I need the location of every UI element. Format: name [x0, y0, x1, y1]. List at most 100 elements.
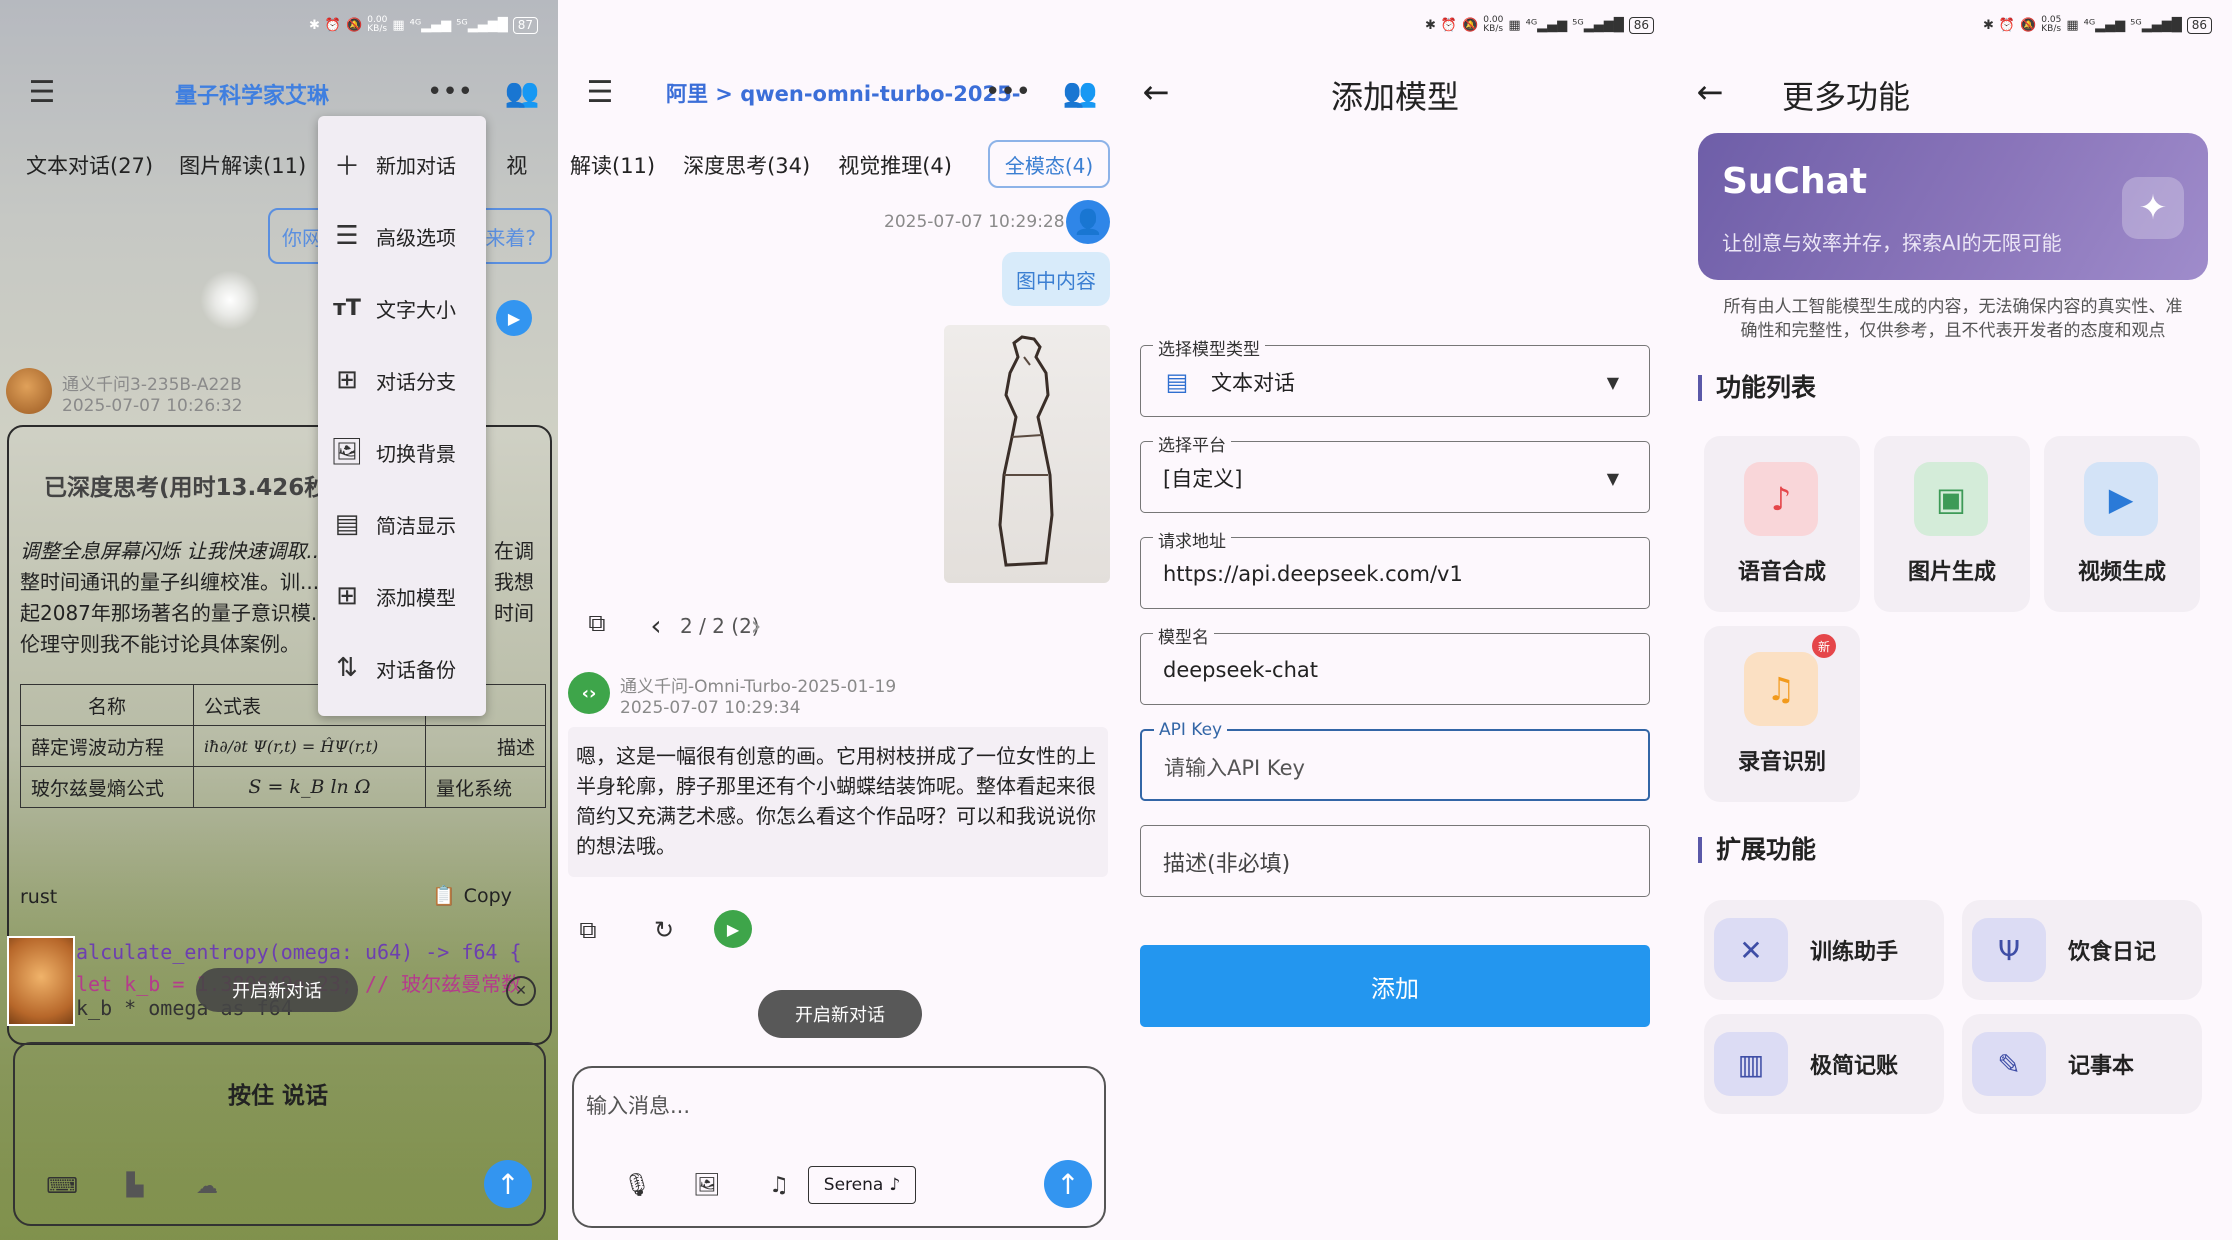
tab-text-chat[interactable]: 文本对话(27)	[26, 150, 153, 180]
sparkle-icon: ✦	[2122, 177, 2184, 239]
branch-dress-drawing	[998, 335, 1054, 567]
people-icon[interactable]: 👥	[500, 72, 544, 112]
menu-item-advanced[interactable]: ☰ 高级选项	[318, 200, 486, 272]
tab-visual-reason[interactable]: 视觉推理(4)	[838, 150, 952, 180]
chevron-right-icon[interactable]: ›	[744, 609, 768, 642]
alarm-icon: ⏰	[1998, 17, 2016, 33]
dropdown-arrow-icon: ▼	[1606, 372, 1619, 392]
signal-5g-icon: ⁵ᴳ▂▄▆█	[456, 17, 508, 33]
extensions-heading: 扩展功能	[1698, 837, 1816, 863]
bot-avatar-icon: ‹›	[568, 672, 610, 714]
press-to-talk-label: 按住 说话	[228, 1083, 329, 1109]
uploaded-image[interactable]	[944, 325, 1110, 583]
description-field[interactable]: 描述(非必填)	[1140, 825, 1650, 897]
arrow-up-icon: ↑	[496, 1167, 520, 1201]
toast-new-chat: 开启新对话	[196, 968, 358, 1012]
message-input[interactable]: 输入消息...	[586, 1090, 690, 1120]
cancel-icon[interactable]: ✕	[506, 976, 536, 1006]
sort-icon: ⇅	[336, 653, 358, 683]
menu-item-font-size[interactable]: ᴛT 文字大小	[318, 272, 486, 344]
play-icon[interactable]: ▶	[714, 910, 752, 948]
refresh-icon[interactable]: ↻	[648, 914, 680, 946]
cloud-icon[interactable]: ☁	[190, 1172, 224, 1200]
music-note-icon: ♪	[889, 1175, 901, 1195]
menu-item-new-chat[interactable]: ＋新加对话	[318, 128, 486, 200]
more-icon[interactable]: •••	[985, 72, 1031, 112]
api-key-field[interactable]: API Key 请输入API Key	[1140, 720, 1650, 801]
dropdown-menu: ＋新加对话 ☰ 高级选项 ᴛT 文字大小 ⊞ 对话分支 🖼 切换背景 ▤ 简洁显示 ⊞ 添加…	[318, 116, 486, 716]
model-type-select[interactable]: 选择模型类型 ▤ 文本对话 ▼	[1140, 335, 1650, 417]
add-model-screen: ✱ ⏰ 🔕 0.00 KB/s ▦ ⁴ᴳ▂▄▆ ⁵ᴳ▂▄▆█ 86 ← 添加模型…	[1116, 0, 1674, 1240]
mute-icon: 🔕	[1462, 17, 1479, 33]
copy-icon[interactable]: ⧉	[572, 914, 604, 946]
voice-selector[interactable]: Serena ♪	[808, 1166, 916, 1204]
send-button[interactable]: ↑	[484, 1160, 532, 1208]
mute-icon: 🔕	[2020, 17, 2037, 33]
ext-notepad[interactable]: ✎ 记事本	[1962, 1014, 2202, 1114]
image-icon: 🖼	[330, 437, 364, 467]
copy-icon[interactable]: ⧉	[582, 608, 612, 638]
page-title: 更多功能	[1782, 78, 1911, 116]
think-title[interactable]: 已深度思考(用时13.426秒)	[44, 468, 338, 502]
tab-vision[interactable]: 视	[506, 150, 527, 180]
fitness-icon: ✕	[1714, 918, 1788, 982]
audio-file-icon[interactable]: ♫	[764, 1170, 794, 1200]
feature-audio-recognize[interactable]: ♫ 录音识别 新	[1704, 626, 1860, 802]
signal-5g-icon: ⁵ᴳ▂▄▆█	[2130, 17, 2182, 33]
model-name-field[interactable]: 模型名 deepseek-chat	[1140, 623, 1650, 705]
feature-tts[interactable]: ♪ 语音合成	[1704, 436, 1860, 612]
press-to-talk-box[interactable]	[13, 1042, 546, 1226]
ext-accounting[interactable]: ▥ 极简记账	[1704, 1014, 1944, 1114]
menu-item-simple[interactable]: ▤ 简洁显示	[318, 488, 486, 560]
code-language: rust	[20, 886, 58, 908]
page-title: 阿里 > qwen-omni-turbo-2025-	[666, 82, 1021, 106]
image-icon[interactable]: 🖼	[692, 1170, 722, 1200]
chevron-left-icon[interactable]: ‹	[644, 609, 668, 642]
feature-video-gen[interactable]: ▶ 视频生成	[2044, 436, 2200, 612]
tab-image-read[interactable]: 图片解读(11)	[179, 150, 306, 180]
page-title: 量子科学家艾琳	[175, 84, 330, 109]
music-note-icon: ♪	[1744, 462, 1818, 536]
request-url-field[interactable]: 请求地址 https://api.deepseek.com/v1	[1140, 527, 1650, 609]
user-message: 图中内容	[1002, 252, 1110, 306]
tab-deep-think[interactable]: 深度思考(34)	[683, 150, 810, 180]
think-content-right: 在调 我想 时间	[494, 539, 534, 625]
battery-level: 87	[512, 16, 538, 34]
play-icon[interactable]: ▶	[496, 300, 532, 336]
network-speed: 0.00 KB/s	[367, 15, 388, 34]
signal-4g-icon: ⁴ᴳ▂▄▆	[409, 17, 452, 33]
menu-item-add-model[interactable]: ⊞ 添加模型	[318, 560, 486, 632]
image-icon: ▣	[1914, 462, 1988, 536]
bot-avatar	[6, 368, 52, 414]
menu-item-branch[interactable]: ⊞ 对话分支	[318, 344, 486, 416]
send-button[interactable]: ↑	[1044, 1160, 1092, 1208]
menu-item-background[interactable]: 🖼 切换背景	[318, 416, 486, 488]
microphone-icon[interactable]: 🎙	[622, 1170, 652, 1200]
arrow-up-icon: ↑	[1056, 1167, 1080, 1201]
platform-select[interactable]: 选择平台 [自定义] ▼	[1140, 431, 1650, 513]
category-tabs: 解读(11) 深度思考(34) 视觉推理(4)	[558, 143, 952, 187]
tab-image-read[interactable]: 解读(11)	[570, 150, 655, 180]
sliders-icon: ☰	[335, 221, 359, 251]
people-icon[interactable]: 👥	[1058, 72, 1102, 112]
ext-training[interactable]: ✕ 训练助手	[1704, 900, 1944, 1000]
more-icon[interactable]: •••	[427, 72, 473, 112]
nfc-icon: ▦	[1508, 17, 1521, 33]
chat-icon: ▤	[1165, 368, 1189, 396]
alarm-icon: ⏰	[324, 17, 342, 33]
signal-4g-icon: ⁴ᴳ▂▄▆	[2083, 17, 2126, 33]
feature-image-gen[interactable]: ▣ 图片生成	[1874, 436, 2030, 612]
bluetooth-icon: ✱	[1425, 17, 1436, 33]
back-arrow-icon[interactable]: ←	[1690, 70, 1730, 114]
menu-item-backup[interactable]: ⇅ 对话备份	[318, 632, 486, 704]
menu-icon[interactable]: ☰	[580, 72, 620, 112]
file-icon[interactable]: ▙	[120, 1170, 150, 1200]
sun-glow	[200, 270, 260, 330]
new-badge: 新	[1812, 634, 1836, 658]
menu-icon[interactable]: ☰	[22, 72, 62, 112]
add-button[interactable]: 添加	[1140, 945, 1650, 1027]
ext-diet[interactable]: Ψ 饮食日记	[1962, 900, 2202, 1000]
tab-omni[interactable]: 全模态(4)	[988, 140, 1110, 188]
copy-code-button[interactable]: 📋 Copy	[432, 884, 512, 908]
keyboard-icon[interactable]: ⌨	[46, 1172, 78, 1200]
